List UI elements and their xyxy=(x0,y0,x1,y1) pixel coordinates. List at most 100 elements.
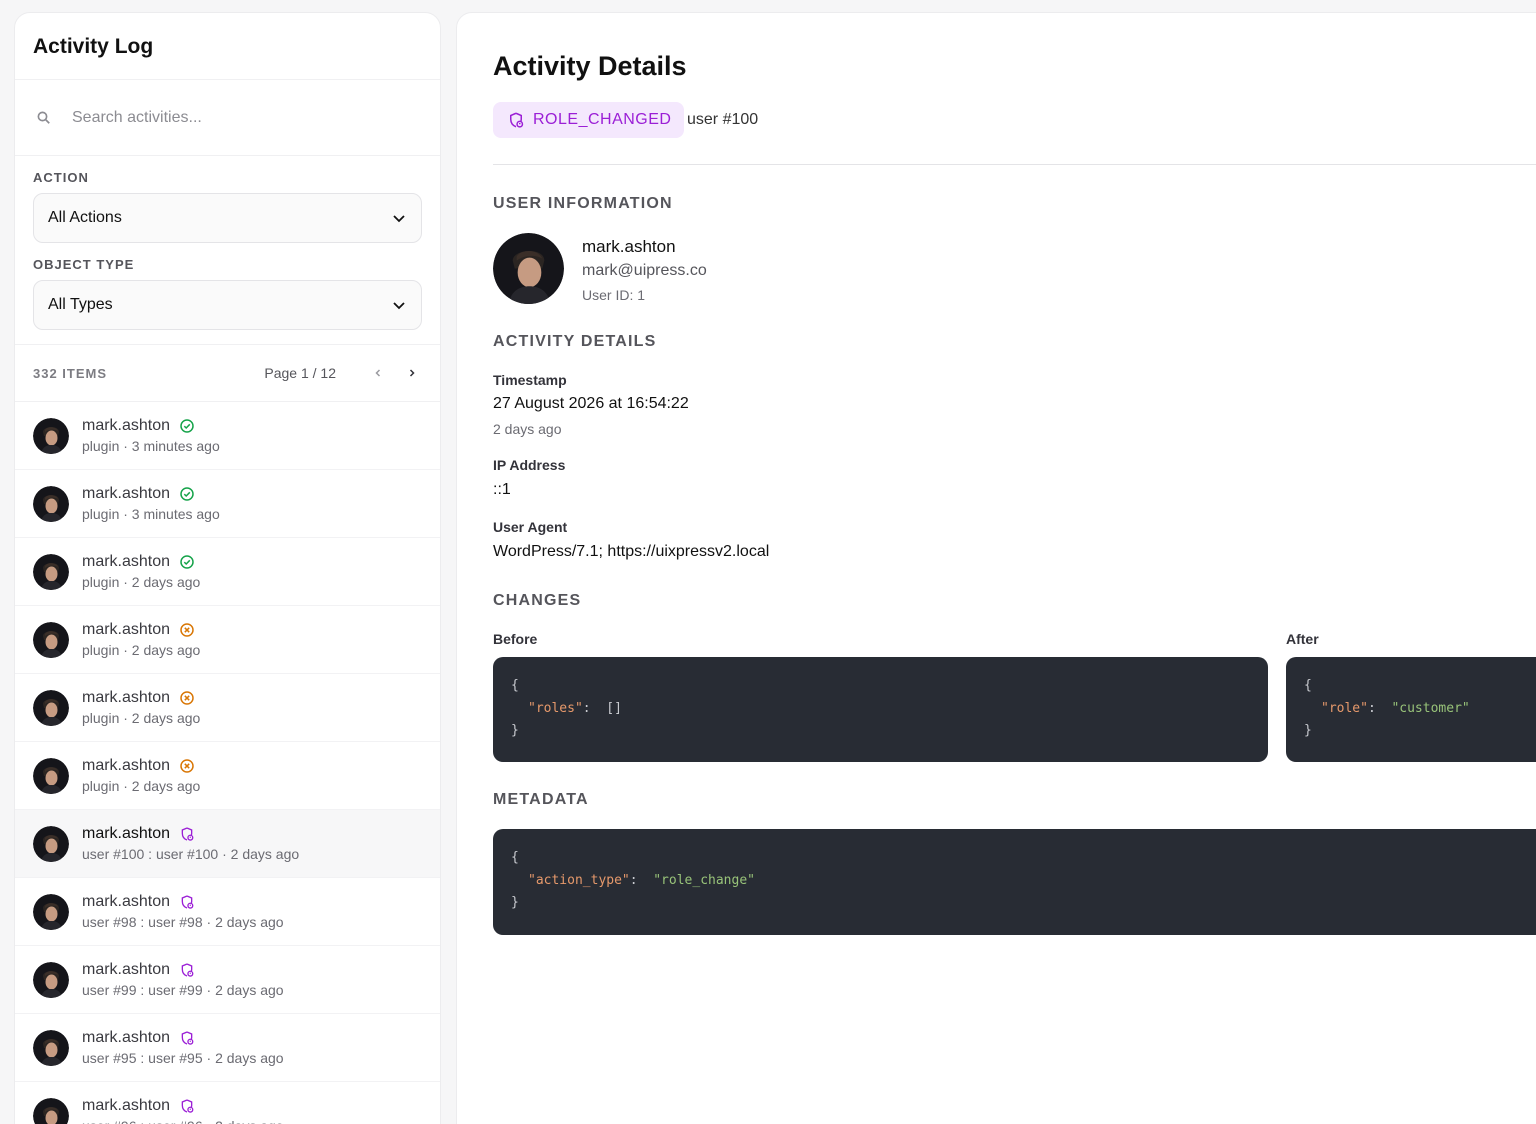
list-item[interactable]: mark.ashton user #96 : user #96 · 2 days… xyxy=(15,1082,440,1124)
next-page-button[interactable] xyxy=(402,363,422,383)
list-item-subtitle: user #100 : user #100 · 2 days ago xyxy=(82,846,300,862)
avatar xyxy=(33,622,69,658)
code-value: [] xyxy=(606,700,622,716)
user-email: mark@uipress.co xyxy=(582,262,707,279)
before-label: Before xyxy=(493,631,538,647)
search-icon xyxy=(37,111,50,124)
user-shield-icon xyxy=(179,826,195,842)
chevron-right-icon xyxy=(409,369,415,377)
code-open-brace: { xyxy=(1304,678,1312,693)
code-key: "action_type" xyxy=(528,872,630,888)
list-item-subtitle: user #96 : user #96 · 2 days ago xyxy=(82,1118,284,1124)
x-circle-icon xyxy=(179,690,195,706)
code-separator: : xyxy=(629,872,638,888)
list-item-name: mark.ashton xyxy=(82,1029,171,1046)
check-circle-icon xyxy=(179,554,195,570)
metadata-code-block: { "action_type": "role_change" } xyxy=(493,829,1536,935)
divider xyxy=(493,164,1536,165)
avatar xyxy=(33,1030,69,1066)
list-item[interactable]: mark.ashton user #95 : user #95 · 2 days… xyxy=(15,1014,440,1082)
list-item[interactable]: mark.ashton plugin · 2 days ago xyxy=(15,674,440,742)
list-item-subtitle: plugin · 3 minutes ago xyxy=(82,506,220,522)
list-item-subtitle: user #98 : user #98 · 2 days ago xyxy=(82,914,284,930)
list-item[interactable]: mark.ashton plugin · 2 days ago xyxy=(15,538,440,606)
activity-details-panel: Activity Details ROLE_CHANGED user #100 … xyxy=(456,12,1536,1124)
list-item[interactable]: mark.ashton user #98 : user #98 · 2 days… xyxy=(15,878,440,946)
ip-label: IP Address xyxy=(493,457,566,473)
list-item-name: mark.ashton xyxy=(82,961,171,978)
x-circle-icon xyxy=(179,622,195,638)
list-item-subtitle: plugin · 2 days ago xyxy=(82,642,201,658)
changes-heading: CHANGES xyxy=(493,592,582,609)
action-select-value: All Actions xyxy=(48,209,122,226)
activity-details-heading: ACTIVITY DETAILS xyxy=(493,333,657,350)
user-name: mark.ashton xyxy=(582,237,676,256)
user-shield-icon xyxy=(179,894,195,910)
action-badge: ROLE_CHANGED xyxy=(493,102,685,138)
search-input[interactable] xyxy=(72,108,402,127)
code-open-brace: { xyxy=(511,678,519,693)
action-filter-label: ACTION xyxy=(33,170,89,185)
timestamp-relative: 2 days ago xyxy=(493,421,562,437)
list-item-subtitle: plugin · 2 days ago xyxy=(82,710,201,726)
avatar xyxy=(33,758,69,794)
avatar xyxy=(493,233,564,304)
list-item-name: mark.ashton xyxy=(82,893,171,910)
ip-value: ::1 xyxy=(493,481,511,498)
code-close-brace: } xyxy=(1304,723,1312,738)
list-item-name: mark.ashton xyxy=(82,485,171,502)
list-item-name: mark.ashton xyxy=(82,621,171,638)
code-close-brace: } xyxy=(511,895,519,910)
code-key: "role" xyxy=(1321,700,1368,716)
user-id: User ID: 1 xyxy=(582,287,646,303)
activity-sidebar: Activity Log ACTION All Actions OBJECT T… xyxy=(14,12,441,1124)
list-item-name: mark.ashton xyxy=(82,825,171,842)
check-circle-icon xyxy=(179,486,195,502)
search-bar xyxy=(15,80,440,156)
code-value: "customer" xyxy=(1391,700,1470,716)
list-item-name: mark.ashton xyxy=(82,689,171,706)
list-item[interactable]: mark.ashton plugin · 2 days ago xyxy=(15,742,440,810)
avatar xyxy=(33,690,69,726)
list-item-subtitle: user #99 : user #99 · 2 days ago xyxy=(82,982,284,998)
action-badge-label: ROLE_CHANGED xyxy=(533,111,672,128)
prev-page-button[interactable] xyxy=(368,363,388,383)
code-separator: : xyxy=(582,700,591,716)
object-label: user #100 xyxy=(687,111,759,128)
pagination-bar: 332 ITEMS Page 1 / 12 xyxy=(15,345,440,402)
check-circle-icon xyxy=(179,418,195,434)
avatar xyxy=(33,1098,69,1124)
list-item-name: mark.ashton xyxy=(82,1097,171,1114)
items-count: 332 ITEMS xyxy=(33,365,108,381)
after-label: After xyxy=(1286,631,1319,647)
page-indicator: Page 1 / 12 xyxy=(264,365,336,381)
user-shield-icon xyxy=(179,1030,195,1046)
user-shield-icon xyxy=(179,962,195,978)
list-item[interactable]: mark.ashton user #99 : user #99 · 2 days… xyxy=(15,946,440,1014)
user-agent-value: WordPress/7.1; https://uixpressv2.local xyxy=(493,543,770,560)
activity-list: mark.ashton plugin · 3 minutes ago mark.… xyxy=(15,402,440,1124)
chevron-down-icon xyxy=(393,302,405,310)
object-type-select[interactable]: All Types xyxy=(33,280,422,330)
sidebar-title: Activity Log xyxy=(15,13,440,80)
code-key: "roles" xyxy=(528,700,583,716)
user-agent-label: User Agent xyxy=(493,519,568,535)
before-code-block: { "roles": [] } xyxy=(493,657,1268,762)
list-item[interactable]: mark.ashton plugin · 3 minutes ago xyxy=(15,470,440,538)
x-circle-icon xyxy=(179,758,195,774)
avatar xyxy=(33,418,69,454)
code-open-brace: { xyxy=(511,850,519,865)
list-item[interactable]: mark.ashton plugin · 2 days ago xyxy=(15,606,440,674)
timestamp-value: 27 August 2026 at 16:54:22 xyxy=(493,395,689,412)
list-item-subtitle: plugin · 2 days ago xyxy=(82,574,201,590)
list-item-subtitle: user #95 : user #95 · 2 days ago xyxy=(82,1050,284,1066)
code-close-brace: } xyxy=(511,723,519,738)
action-select[interactable]: All Actions xyxy=(33,193,422,243)
user-shield-icon xyxy=(510,112,524,128)
object-type-select-value: All Types xyxy=(48,296,113,313)
avatar xyxy=(33,826,69,862)
list-item[interactable]: mark.ashton user #100 : user #100 · 2 da… xyxy=(15,810,440,878)
chevron-left-icon xyxy=(375,369,381,377)
list-item[interactable]: mark.ashton plugin · 3 minutes ago xyxy=(15,402,440,470)
user-shield-icon xyxy=(179,1098,195,1114)
